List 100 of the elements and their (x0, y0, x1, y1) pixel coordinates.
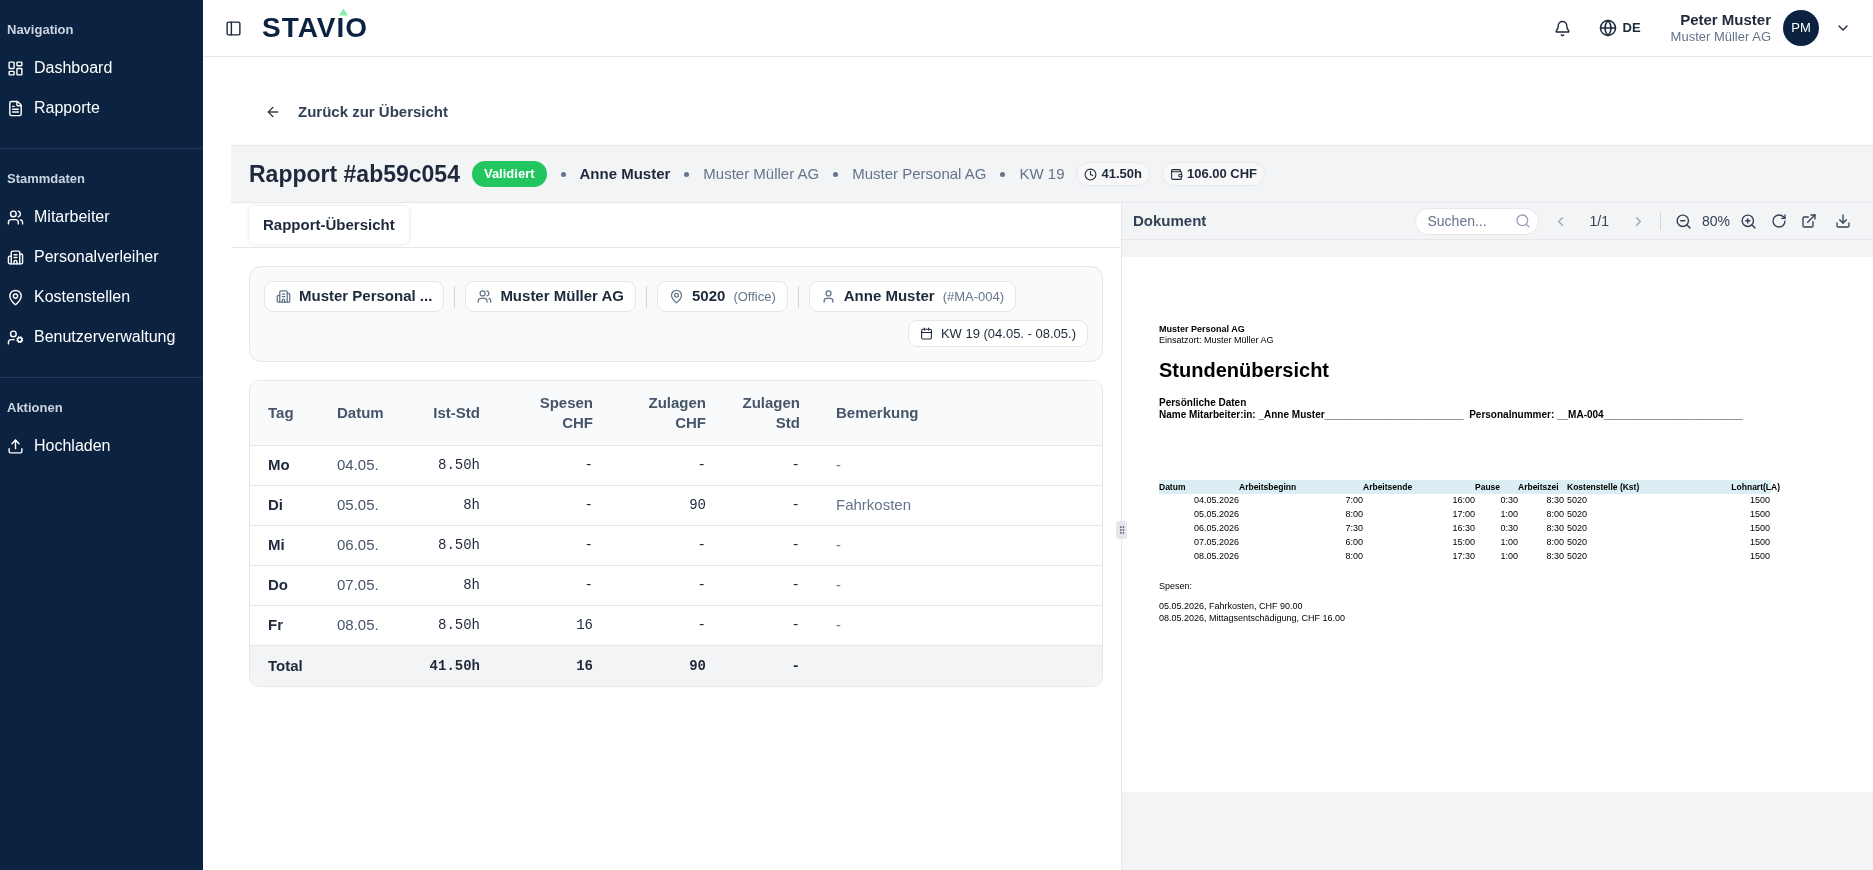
page-indicator: 1/1 (1589, 211, 1609, 231)
users-icon (477, 289, 493, 304)
user-gear-icon (7, 328, 24, 346)
resize-handle[interactable] (1116, 521, 1127, 539)
zoom-in-icon (1740, 212, 1757, 230)
nav-item[interactable]: Benutzerverwaltung (0, 317, 203, 357)
total-cell-text: - (791, 656, 800, 676)
clock-icon (1084, 167, 1098, 181)
column-header: Zulagen CHF (647, 393, 706, 433)
pdf-table-cell: 06.05.2026 (1193, 522, 1239, 536)
pdf-table-cell: 1500 (1749, 536, 1770, 550)
notifications-button[interactable] (1553, 19, 1571, 37)
download-button[interactable] (1835, 213, 1851, 229)
pdf-table-cell: 08.05.2026 (1193, 550, 1239, 564)
nav-item[interactable]: Mitarbeiter (0, 197, 203, 237)
pdf-table-cell: 1500 (1749, 508, 1770, 522)
nav-item[interactable]: Rapporte (0, 88, 203, 128)
document-icon (7, 99, 24, 117)
pdf-column-header: Kostenstelle (Kst) (1567, 480, 1640, 494)
table-cell-text: Mi (268, 535, 285, 556)
summary-chip: 41.50h (1076, 162, 1150, 186)
pdf-column-header: Arbeitszei (1518, 480, 1559, 494)
panel-icon (225, 19, 242, 37)
pdf-table-cell: 15:00 (1452, 536, 1475, 550)
table-cell-text: 8.50h (438, 536, 480, 555)
pdf-table-cell: 8:30 (1546, 550, 1564, 564)
pdf-expenses-title: Spesen: (1159, 580, 1194, 592)
pdf-expense-line: 08.05.2026, Mittagsentschädigung, CHF 16.00 (1159, 612, 1347, 624)
week-chip: KW 19 (04.05. - 08.05.) (907, 320, 1088, 347)
avatar[interactable]: PM (1783, 10, 1819, 46)
report-meta: Muster Personal AG (852, 163, 987, 184)
table-cell-text: 8h (463, 576, 480, 595)
zoom-out-button[interactable] (1674, 212, 1692, 230)
report-meta: Anne Muster (579, 163, 671, 184)
status-badge: Validiert (471, 161, 547, 187)
open-external-button[interactable] (1801, 213, 1817, 229)
refresh-button[interactable] (1771, 213, 1787, 229)
back-link[interactable]: Zurück zur Übersicht (265, 100, 449, 124)
table-cell-text: - (791, 456, 800, 475)
zoom-in-button[interactable] (1740, 212, 1757, 230)
column-header: Ist-Std (433, 403, 480, 423)
bullet-icon (684, 171, 690, 177)
report-meta: KW 19 (1019, 163, 1065, 184)
users-icon (7, 208, 24, 226)
search-field[interactable]: Suchen... (1414, 207, 1539, 235)
pdf-table-cell: 8:30 (1546, 494, 1564, 508)
bullet-icon (833, 171, 839, 177)
pdf-column-header: Lohnart(LA) (1731, 480, 1780, 494)
section-label: Aktionen (6, 399, 64, 417)
nav-item[interactable]: Kostenstellen (0, 277, 203, 317)
table-cell-text: 8.50h (438, 616, 480, 635)
pdf-table-cell: 0:30 (1500, 522, 1518, 536)
nav-item[interactable]: Personalverleiher (0, 237, 203, 277)
zoom-level: 80% (1701, 211, 1730, 231)
pdf-column-header: Arbeitsbeginn (1239, 480, 1297, 494)
calendar-icon (919, 327, 933, 340)
table-cell-text: 8h (463, 496, 480, 515)
sidebar-toggle-button[interactable] (225, 19, 242, 37)
table-cell-text: - (791, 576, 800, 595)
nav-item[interactable]: Hochladen (0, 426, 203, 466)
logo: STAVIO (262, 17, 369, 39)
table-cell-text: - (791, 616, 800, 635)
document-title: Dokument (1133, 210, 1207, 231)
table-cell-text: - (697, 456, 706, 475)
pdf-table-cell: 5020 (1567, 550, 1588, 564)
arrow-left-icon (265, 104, 281, 120)
pdf-table-cell: 0:30 (1500, 494, 1518, 508)
pdf-table-cell: 1500 (1749, 494, 1770, 508)
pdf-table-cell: 17:30 (1452, 550, 1475, 564)
table-cell-text: - (584, 456, 593, 475)
report-title: Rapport #ab59c054 (249, 159, 460, 189)
pdf-table-cell: 16:30 (1452, 522, 1475, 536)
table-cell-text: 8.50h (438, 456, 480, 475)
table-cell-text: Di (268, 495, 283, 516)
pdf-column-header: Pause (1475, 480, 1501, 494)
total-cell-text: 41.50h (429, 656, 480, 676)
external-link-icon (1801, 213, 1817, 229)
section-label: Navigation (6, 21, 75, 39)
user-company: Muster Müller AG (1670, 29, 1771, 46)
table-cell-text: - (584, 496, 593, 515)
table-cell-text: - (697, 576, 706, 595)
download-icon (1835, 213, 1851, 229)
section-label: Stammdaten (6, 170, 87, 188)
pdf-table-cell: 5020 (1567, 494, 1588, 508)
logo-triangle-icon (339, 8, 348, 16)
pdf-table-cell: 1:00 (1500, 550, 1518, 564)
table-cell-text: - (584, 536, 593, 555)
language-button[interactable]: DE (1598, 18, 1641, 38)
tab[interactable]: Rapport-Übersicht (249, 205, 409, 245)
nav-item[interactable]: Dashboard (0, 48, 203, 88)
pdf-name-line: Name Mitarbeiter:in: _Anne Muster_________________________ Personalnummer: __MA-004_________________________ (1159, 409, 1744, 421)
user-name: Peter Muster (1680, 10, 1771, 30)
pdf-company: Muster Personal AG (1159, 323, 1246, 335)
summary-chip: 106.00 CHF (1161, 162, 1266, 186)
table-cell-text: Mo (268, 455, 290, 476)
table-cell-text: - (836, 455, 841, 476)
pdf-table-cell: 8:00 (1546, 508, 1564, 522)
column-header: Spesen CHF (538, 393, 593, 433)
column-header: Tag (268, 403, 294, 423)
info-chip: Muster Personal ... (264, 281, 445, 312)
